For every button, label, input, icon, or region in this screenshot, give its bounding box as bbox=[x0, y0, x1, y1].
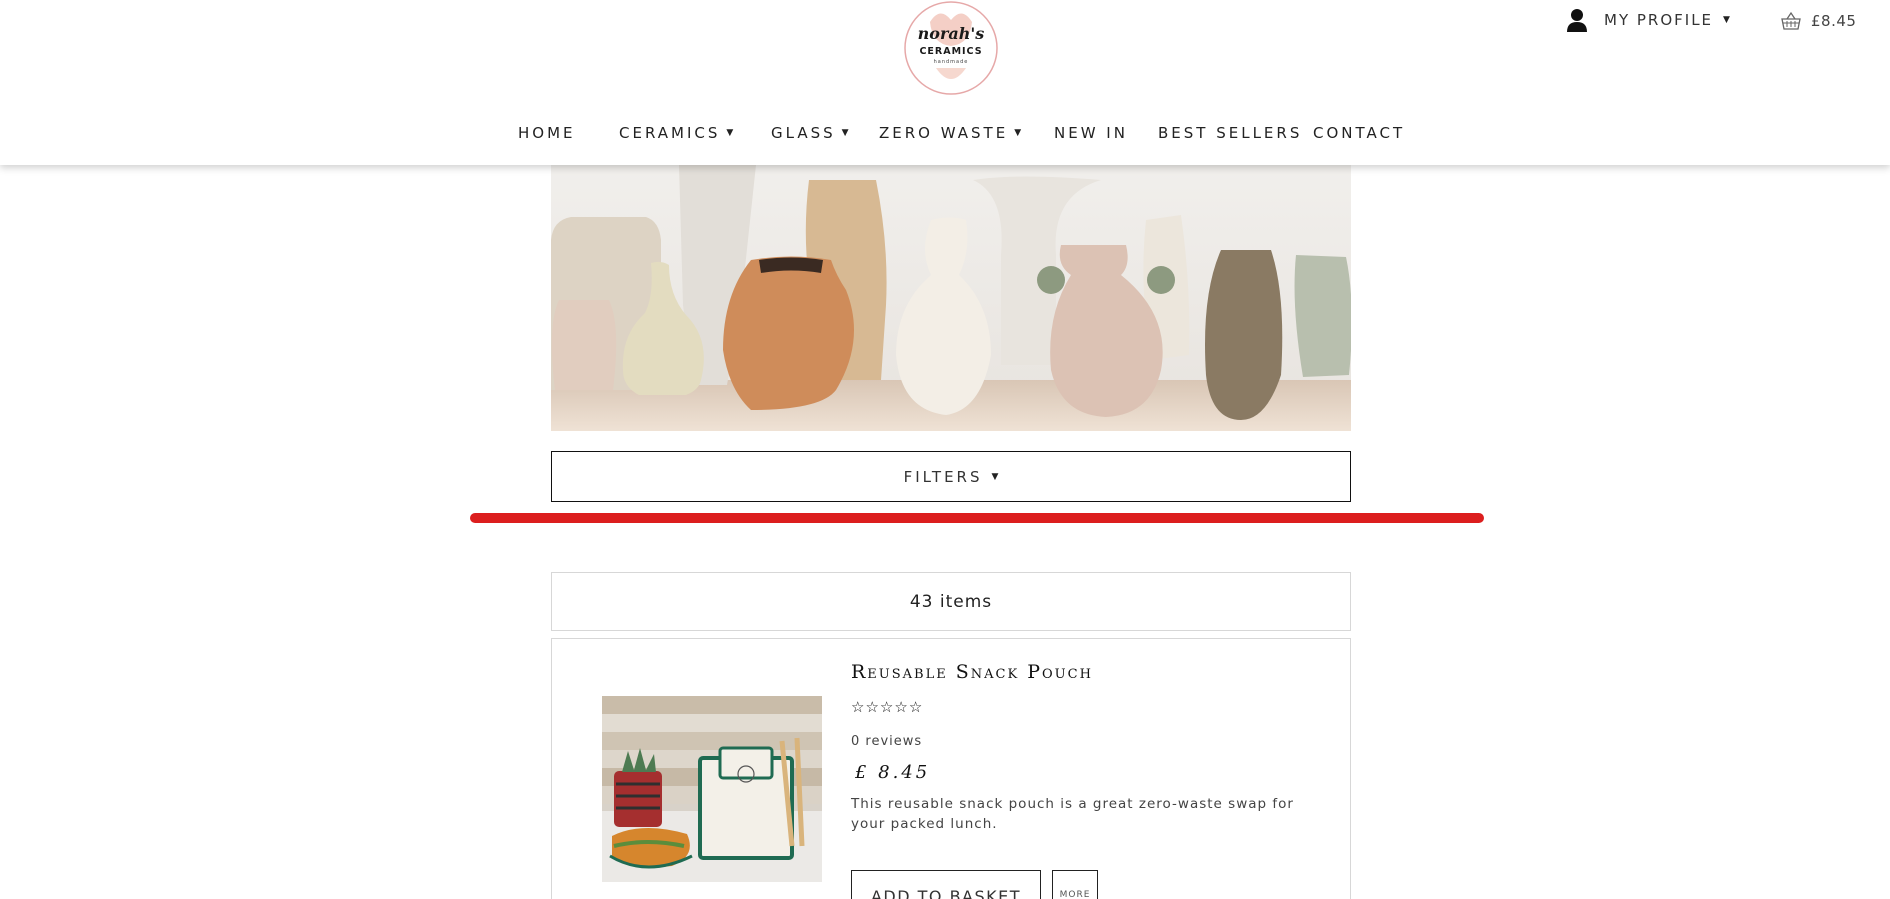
star-empty-icon: ☆ bbox=[851, 698, 865, 716]
nav-item-contact[interactable]: CONTACT bbox=[1313, 120, 1405, 146]
more-button[interactable]: MORE bbox=[1052, 870, 1098, 899]
svg-text:norah's: norah's bbox=[918, 24, 985, 43]
basket-button[interactable]: £8.45 bbox=[1781, 7, 1856, 35]
nav-item-glass[interactable]: GLASS ▼ bbox=[771, 120, 849, 146]
product-card: Reusable Snack Pouch ☆ ☆ ☆ ☆ ☆ 0 reviews… bbox=[551, 638, 1351, 899]
nav-item-ceramics[interactable]: CERAMICS ▼ bbox=[619, 120, 733, 146]
nav-item-best-sellers[interactable]: BEST SELLERS bbox=[1158, 120, 1302, 146]
product-price: £ 8.45 bbox=[855, 762, 931, 783]
nav-item-home[interactable]: HOME bbox=[518, 120, 576, 146]
nav-label: GLASS bbox=[771, 124, 836, 142]
chevron-down-icon: ▼ bbox=[1014, 128, 1022, 138]
main-navigation: HOME CERAMICS ▼ GLASS ▼ ZERO WASTE ▼ NEW IN… bbox=[0, 120, 1890, 146]
svg-text:CERAMICS: CERAMICS bbox=[919, 46, 982, 57]
brand-logo[interactable]: norah's CERAMICS handmade bbox=[900, 0, 1002, 97]
chevron-down-icon: ▼ bbox=[841, 128, 849, 138]
filters-label: FILTERS bbox=[903, 467, 983, 486]
product-title[interactable]: Reusable Snack Pouch bbox=[851, 661, 1093, 683]
my-profile-label: MY PROFILE bbox=[1604, 11, 1714, 29]
category-banner-image bbox=[551, 165, 1351, 431]
loading-progress-bar bbox=[470, 513, 1484, 523]
filters-toggle-button[interactable]: FILTERS ▼ bbox=[551, 451, 1351, 502]
site-header: norah's CERAMICS handmade MY PROFILE ▼ £… bbox=[0, 0, 1890, 165]
my-profile-menu[interactable]: MY PROFILE ▼ bbox=[1567, 5, 1730, 35]
results-count: 43 items bbox=[551, 572, 1351, 631]
product-image[interactable] bbox=[602, 696, 822, 882]
nav-label: ZERO WASTE bbox=[879, 124, 1009, 142]
basket-total: £8.45 bbox=[1811, 12, 1857, 30]
product-description: This reusable snack pouch is a great zer… bbox=[851, 796, 1294, 832]
basket-icon bbox=[1781, 11, 1801, 31]
nav-label: BEST SELLERS bbox=[1158, 124, 1303, 142]
svg-text:handmade: handmade bbox=[934, 59, 969, 65]
chevron-down-icon: ▼ bbox=[1723, 15, 1730, 25]
nav-label: CERAMICS bbox=[619, 124, 721, 142]
star-empty-icon: ☆ bbox=[865, 698, 879, 716]
nav-item-zero-waste[interactable]: ZERO WASTE ▼ bbox=[879, 120, 1021, 146]
user-icon bbox=[1567, 8, 1587, 32]
chevron-down-icon: ▼ bbox=[991, 471, 999, 482]
add-to-basket-button[interactable]: ADD TO BASKET bbox=[851, 870, 1041, 899]
star-rating: ☆ ☆ ☆ ☆ ☆ bbox=[851, 700, 922, 715]
nav-label: NEW IN bbox=[1054, 124, 1128, 142]
chevron-down-icon: ▼ bbox=[726, 128, 734, 138]
star-empty-icon: ☆ bbox=[908, 698, 923, 716]
reviews-count-link[interactable]: 0 reviews bbox=[851, 734, 922, 749]
nav-label: CONTACT bbox=[1313, 124, 1406, 142]
star-empty-icon: ☆ bbox=[879, 698, 894, 716]
nav-label: HOME bbox=[518, 124, 576, 142]
results-count-label: 43 items bbox=[909, 591, 993, 612]
nav-item-new-in[interactable]: NEW IN bbox=[1054, 120, 1128, 146]
star-empty-icon: ☆ bbox=[894, 698, 908, 716]
